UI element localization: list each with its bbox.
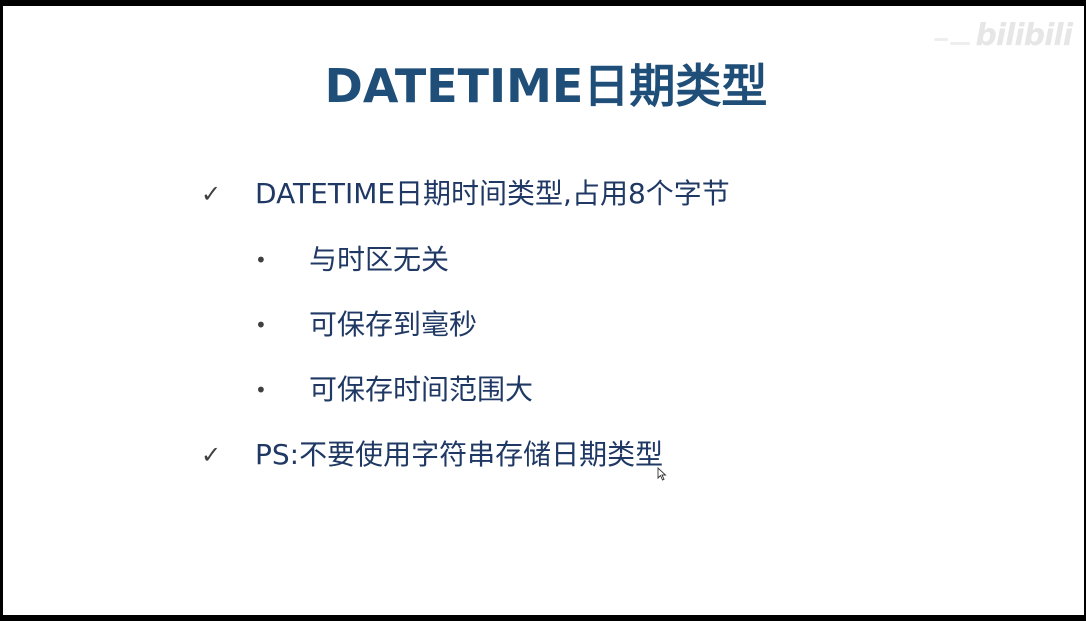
slide-title: DATETIME日期类型 [324, 59, 768, 113]
presentation-slide: DATETIME日期类型 ✓ DATETIME日期时间类型,占用8个字节 • 与… [3, 6, 1084, 615]
bilibili-logo: bilibili [975, 18, 1073, 53]
video-frame: DATETIME日期类型 ✓ DATETIME日期时间类型,占用8个字节 • 与… [0, 0, 1086, 621]
mouse-cursor-icon [657, 467, 667, 481]
checkmark-icon: ✓ [201, 180, 222, 208]
list-item-range: 可保存时间范围大 [309, 373, 534, 406]
checkmark-icon: ✓ [201, 441, 222, 469]
list-item-ps-note: PS:不要使用字符串存储日期类型 [255, 438, 664, 471]
list-item-datetime: DATETIME日期时间类型,占用8个字节 [255, 177, 730, 210]
list-item-timezone: 与时区无关 [309, 243, 450, 276]
watermark-decoration [934, 36, 970, 50]
list-item-milliseconds: 可保存到毫秒 [309, 308, 478, 341]
bullet-icon: • [255, 248, 267, 272]
bullet-icon: • [255, 378, 267, 402]
bullet-icon: • [255, 313, 267, 337]
